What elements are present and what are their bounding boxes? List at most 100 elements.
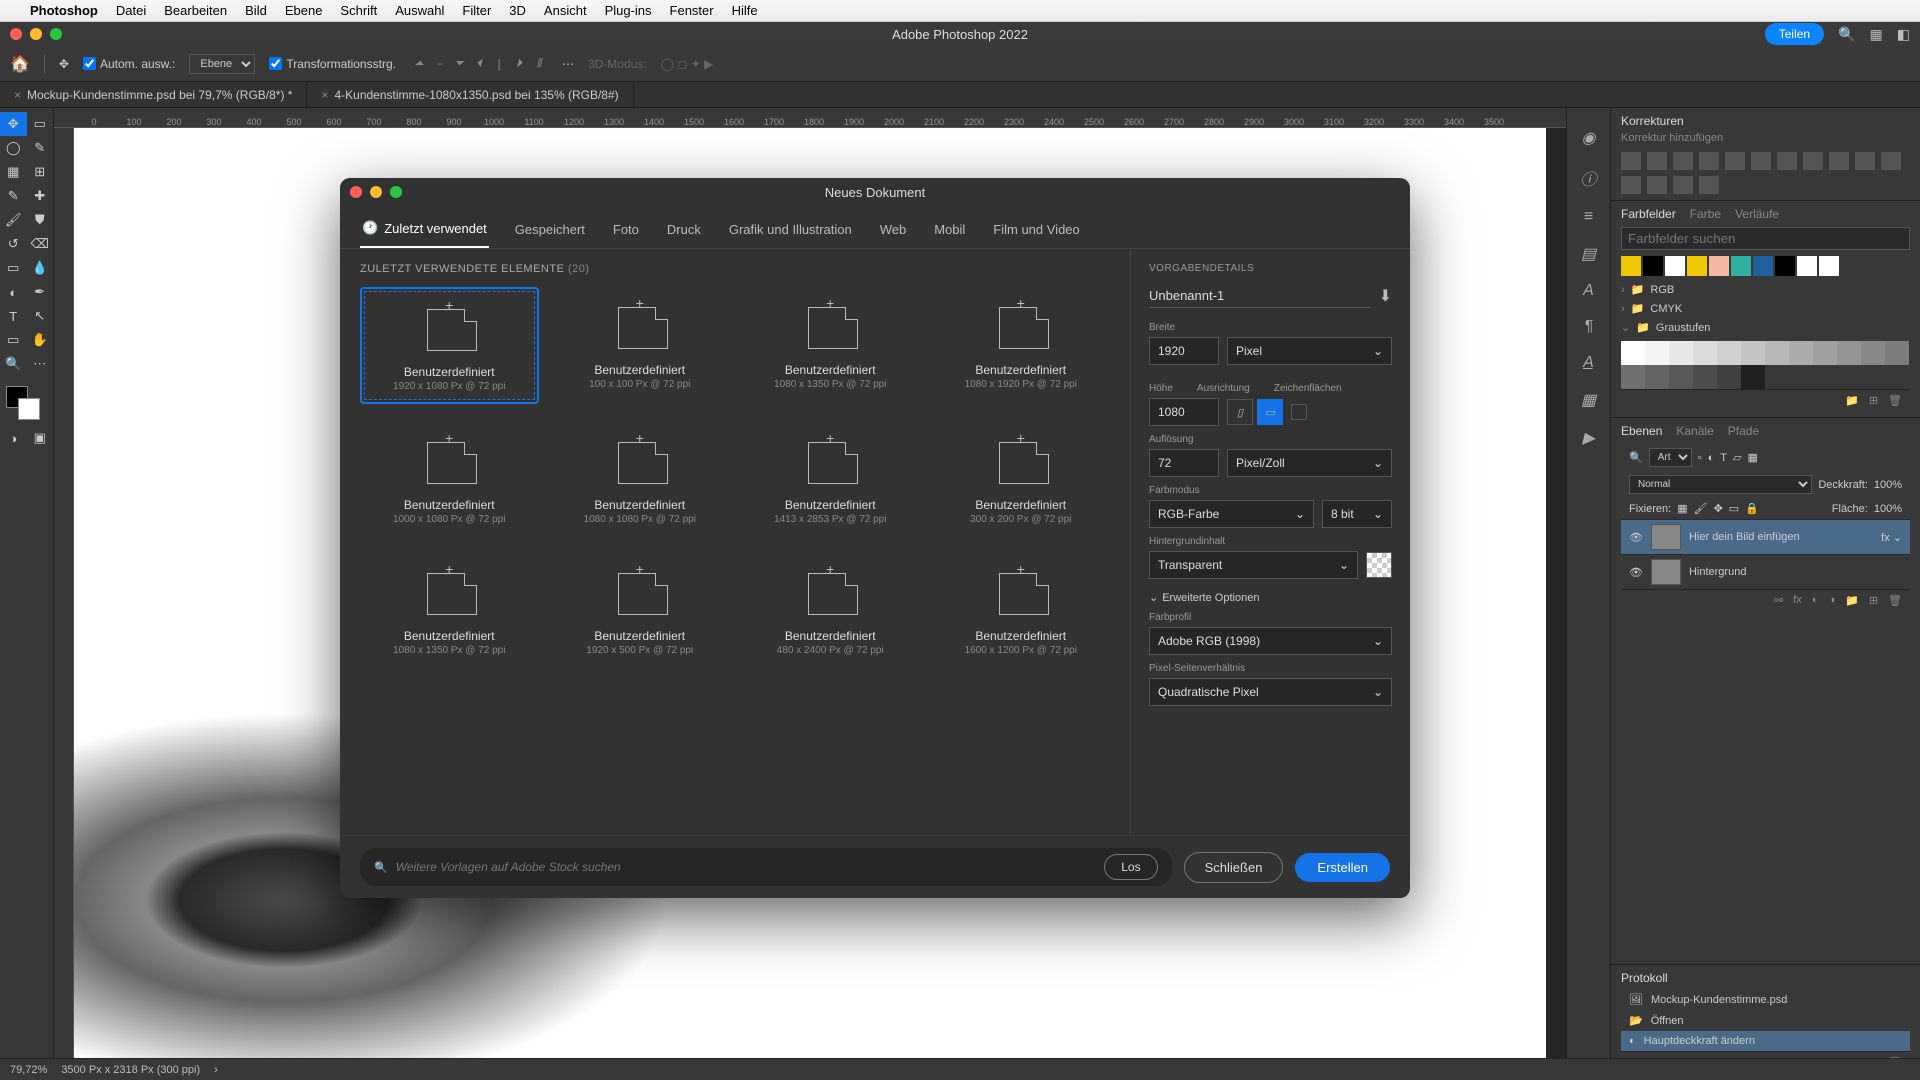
- channelmixer-icon[interactable]: [1855, 152, 1875, 170]
- menu-ansicht[interactable]: Ansicht: [544, 3, 587, 18]
- swatch[interactable]: [1687, 256, 1707, 276]
- swatch[interactable]: [1709, 256, 1729, 276]
- preset-card[interactable]: +Benutzerdefiniert1000 x 1080 Px @ 72 pp…: [360, 422, 539, 535]
- pixel-aspect-select[interactable]: Quadratische Pixel⌄: [1149, 678, 1392, 706]
- posterize-icon[interactable]: [1621, 176, 1641, 194]
- document-name-input[interactable]: [1149, 284, 1371, 308]
- background-swatch[interactable]: [1366, 552, 1392, 578]
- swatch[interactable]: [1861, 341, 1885, 365]
- background-select[interactable]: Transparent⌄: [1149, 551, 1358, 579]
- swatch[interactable]: [1645, 341, 1669, 365]
- swatch-search-input[interactable]: [1621, 227, 1910, 250]
- ruler-horizontal[interactable]: 0100200300400500600700800900100011001200…: [54, 108, 1566, 128]
- transform-controls-checkbox[interactable]: Transformationsstrg.: [269, 57, 396, 71]
- align-bottom-icon[interactable]: ⏷: [450, 55, 468, 73]
- layer-row[interactable]: 👁Hintergrund: [1621, 554, 1910, 589]
- properties-panel-icon[interactable]: ⓘ: [1580, 166, 1596, 190]
- filter-smart-icon[interactable]: ▦: [1747, 451, 1757, 464]
- color-profile-select[interactable]: Adobe RGB (1998)⌄: [1149, 627, 1392, 655]
- libraries-panel-icon[interactable]: ▤: [1581, 244, 1596, 264]
- filter-shape-icon[interactable]: ▱: [1733, 451, 1741, 464]
- tab-farbe[interactable]: Farbe: [1690, 207, 1721, 221]
- align-vcenter-icon[interactable]: ⎯: [430, 55, 448, 73]
- vibrance-icon[interactable]: [1725, 152, 1745, 170]
- history-item[interactable]: 📂Öffnen: [1621, 1010, 1910, 1031]
- curves-icon[interactable]: [1673, 152, 1693, 170]
- color-panel-icon[interactable]: ◉: [1582, 128, 1596, 148]
- workspace-icon[interactable]: ▦: [1870, 26, 1883, 43]
- preset-card[interactable]: +Benutzerdefiniert1413 x 2853 Px @ 72 pp…: [741, 422, 920, 535]
- modal-tab[interactable]: Film und Video: [991, 212, 1081, 248]
- save-preset-icon[interactable]: ⬇: [1379, 286, 1392, 306]
- tab-ebenen[interactable]: Ebenen: [1621, 424, 1662, 438]
- edit-toolbar[interactable]: ⋯: [27, 352, 54, 376]
- swatch[interactable]: [1717, 365, 1741, 389]
- resolution-unit-select[interactable]: Pixel/Zoll⌄: [1227, 449, 1392, 477]
- layer-thumb[interactable]: [1651, 524, 1681, 550]
- swatch[interactable]: [1885, 341, 1909, 365]
- filter-pixel-icon[interactable]: ▫: [1698, 452, 1702, 464]
- selectivecolor-icon[interactable]: [1699, 176, 1719, 194]
- modal-tab[interactable]: 🕐 Zuletzt verwendet: [360, 212, 489, 248]
- quick-mask-tool[interactable]: ◑: [0, 426, 27, 450]
- preset-card[interactable]: +Benutzerdefiniert1920 x 500 Px @ 72 ppi: [551, 553, 730, 666]
- swatch[interactable]: [1621, 341, 1645, 365]
- brightness-icon[interactable]: [1621, 152, 1641, 170]
- menu-3d[interactable]: 3D: [509, 3, 526, 18]
- adjustments-panel-icon[interactable]: ≡: [1584, 208, 1593, 226]
- lock-transparent-icon[interactable]: ▦: [1677, 502, 1687, 515]
- app-name[interactable]: Photoshop: [30, 3, 98, 18]
- artboard-tool[interactable]: ▭: [27, 112, 54, 136]
- tab-farbfelder[interactable]: Farbfelder: [1621, 207, 1676, 221]
- layer-mask-icon[interactable]: ◐: [1812, 594, 1819, 607]
- swatch[interactable]: [1731, 256, 1751, 276]
- layer-fx-icon[interactable]: fx: [1793, 594, 1802, 607]
- path-tool[interactable]: ↖: [27, 304, 54, 328]
- tree-graustufen[interactable]: ⌄📁 Graustufen: [1621, 318, 1910, 337]
- link-layers-icon[interactable]: ⚯: [1774, 594, 1783, 607]
- modal-tab[interactable]: Druck: [665, 212, 703, 248]
- actions-panel-icon[interactable]: ▶: [1582, 428, 1594, 448]
- menu-bearbeiten[interactable]: Bearbeiten: [164, 3, 227, 18]
- lock-artboard-icon[interactable]: ▭: [1729, 502, 1739, 515]
- history-doc-entry[interactable]: 🖼Mockup-Kundenstimme.psd: [1621, 989, 1910, 1010]
- hand-tool[interactable]: ✋: [27, 328, 54, 352]
- adjustment-layer-icon[interactable]: ◑: [1828, 594, 1835, 607]
- distribute-icon[interactable]: ⫴: [530, 55, 548, 73]
- swatch[interactable]: [1813, 341, 1837, 365]
- advanced-toggle[interactable]: ⌄Erweiterte Optionen: [1149, 591, 1392, 604]
- new-layer-icon[interactable]: ⊞: [1869, 594, 1878, 607]
- new-folder-icon[interactable]: 📁: [1845, 394, 1859, 407]
- auto-select-target[interactable]: Ebene: [189, 54, 255, 74]
- document-tab[interactable]: ×4-Kundenstimme-1080x1350.psd bei 135% (…: [307, 82, 633, 107]
- swatch[interactable]: [1797, 256, 1817, 276]
- height-input[interactable]: [1149, 398, 1219, 426]
- preset-card[interactable]: +Benutzerdefiniert480 x 2400 Px @ 72 ppi: [741, 553, 920, 666]
- minimize-window-icon[interactable]: [30, 28, 42, 40]
- modal-tab[interactable]: Grafik und Illustration: [727, 212, 854, 248]
- delete-layer-icon[interactable]: 🗑: [1888, 594, 1902, 607]
- swatch[interactable]: [1665, 256, 1685, 276]
- menu-plugins[interactable]: Plug-ins: [605, 3, 652, 18]
- threshold-icon[interactable]: [1647, 176, 1667, 194]
- menu-ebene[interactable]: Ebene: [285, 3, 323, 18]
- fx-badge[interactable]: fx ⌄: [1881, 531, 1902, 544]
- visibility-icon[interactable]: 👁: [1629, 531, 1643, 544]
- menu-auswahl[interactable]: Auswahl: [395, 3, 444, 18]
- close-tab-icon[interactable]: ×: [321, 88, 328, 102]
- eraser-tool[interactable]: ⌫: [27, 232, 54, 256]
- tab-kanaele[interactable]: Kanäle: [1676, 424, 1713, 438]
- swatch[interactable]: [1753, 256, 1773, 276]
- menu-hilfe[interactable]: Hilfe: [732, 3, 758, 18]
- orientation-portrait[interactable]: ▯: [1227, 399, 1253, 425]
- swatch[interactable]: [1717, 341, 1741, 365]
- tree-rgb[interactable]: ›📁 RGB: [1621, 280, 1910, 299]
- doc-dimensions[interactable]: 3500 Px x 2318 Px (300 ppi): [61, 1064, 200, 1076]
- layer-thumb[interactable]: [1651, 559, 1681, 585]
- modal-tab[interactable]: Foto: [611, 212, 641, 248]
- quick-select-tool[interactable]: ✎: [27, 136, 54, 160]
- crop-tool[interactable]: ▦: [0, 160, 27, 184]
- layer-filter[interactable]: Art: [1649, 448, 1692, 467]
- swatch[interactable]: [1645, 365, 1669, 389]
- status-chevron-icon[interactable]: ›: [214, 1064, 218, 1076]
